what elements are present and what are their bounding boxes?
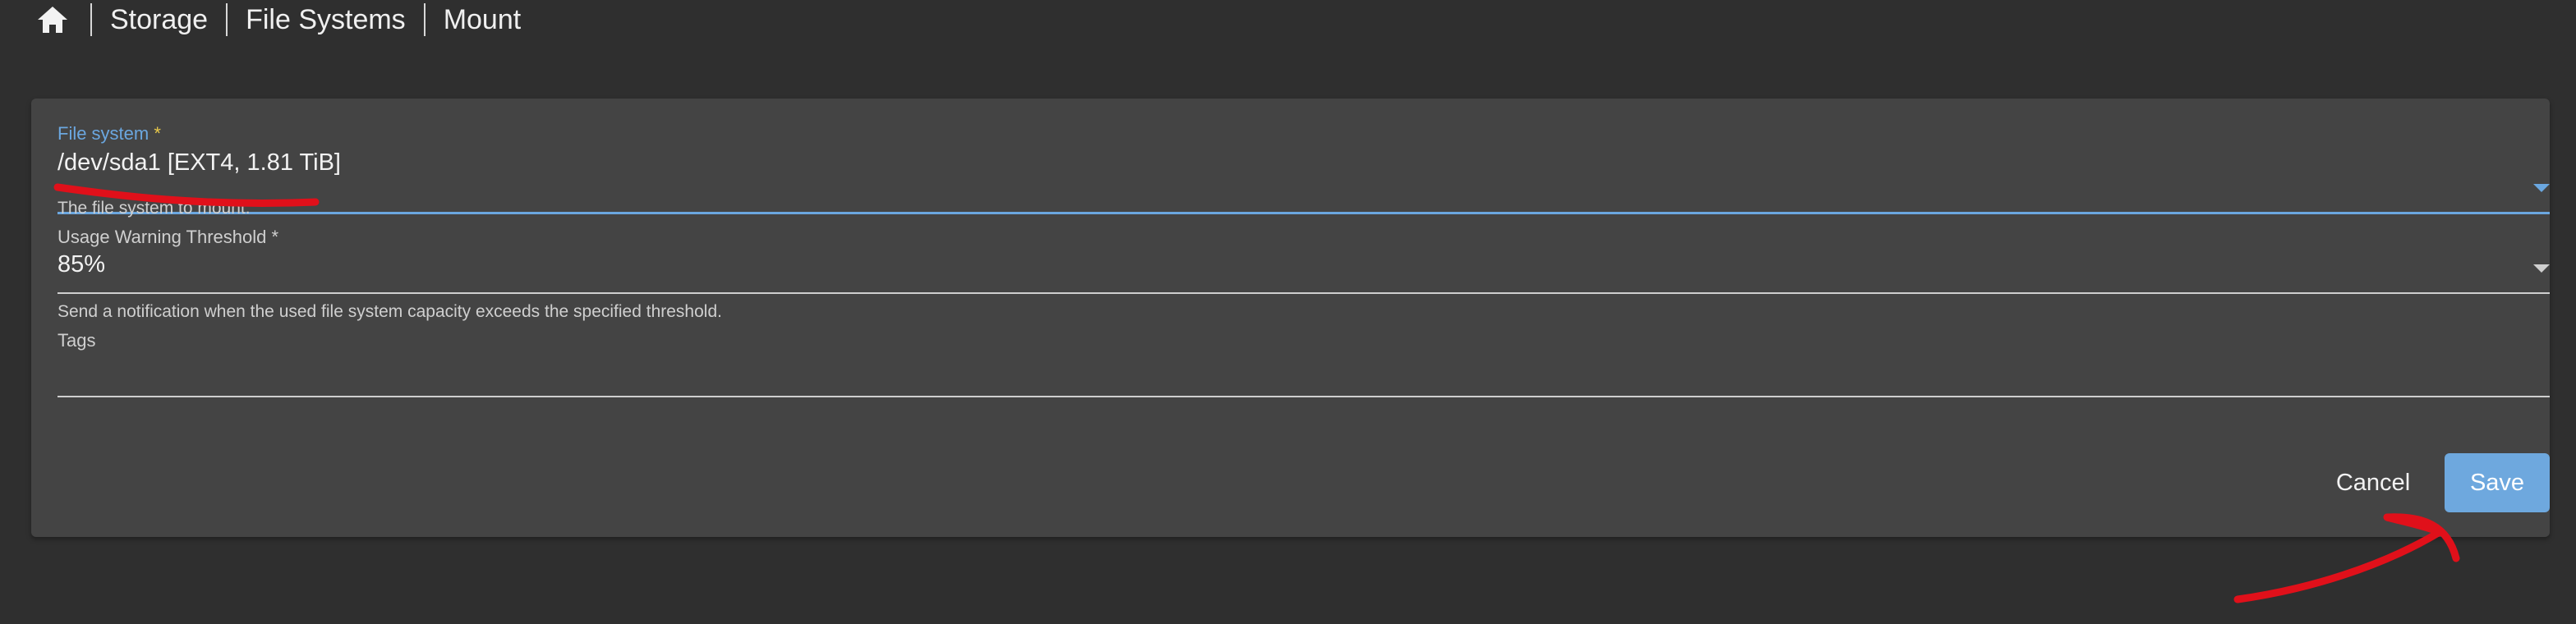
required-mark: * <box>154 123 161 144</box>
breadcrumb-separator <box>90 3 92 36</box>
breadcrumb-storage[interactable]: Storage <box>110 3 208 36</box>
file-system-label: File system * <box>58 123 161 144</box>
file-system-helper: The file system to mount. <box>58 199 251 218</box>
breadcrumb-separator <box>226 3 228 36</box>
usage-warning-helper: Send a notification when the used file s… <box>58 302 722 321</box>
mount-form-card: File system * /dev/sda1 [EXT4, 1.81 TiB]… <box>31 99 2550 537</box>
usage-warning-value[interactable]: 85% <box>58 251 105 278</box>
breadcrumb: Storage File Systems Mount <box>0 0 521 39</box>
cancel-button[interactable]: Cancel <box>2323 453 2423 512</box>
breadcrumb-separator <box>423 3 426 36</box>
chevron-down-icon[interactable] <box>2533 184 2550 192</box>
usage-warning-underline <box>58 292 2550 294</box>
file-system-underline <box>58 212 2550 214</box>
breadcrumb-mount: Mount <box>443 4 522 35</box>
chevron-down-icon[interactable] <box>2533 264 2550 273</box>
tags-label: Tags <box>58 330 96 351</box>
tags-input[interactable]: Tags <box>58 330 2550 399</box>
file-system-value[interactable]: /dev/sda1 [EXT4, 1.81 TiB] <box>58 149 341 177</box>
breadcrumb-file-systems[interactable]: File Systems <box>246 3 406 36</box>
file-system-select[interactable]: File system * /dev/sda1 [EXT4, 1.81 TiB] <box>58 122 2550 220</box>
save-button[interactable]: Save <box>2445 453 2550 512</box>
home-icon[interactable] <box>33 3 72 36</box>
usage-warning-label: Usage Warning Threshold * <box>58 227 279 247</box>
tags-underline <box>58 396 2550 397</box>
required-mark: * <box>271 227 279 247</box>
